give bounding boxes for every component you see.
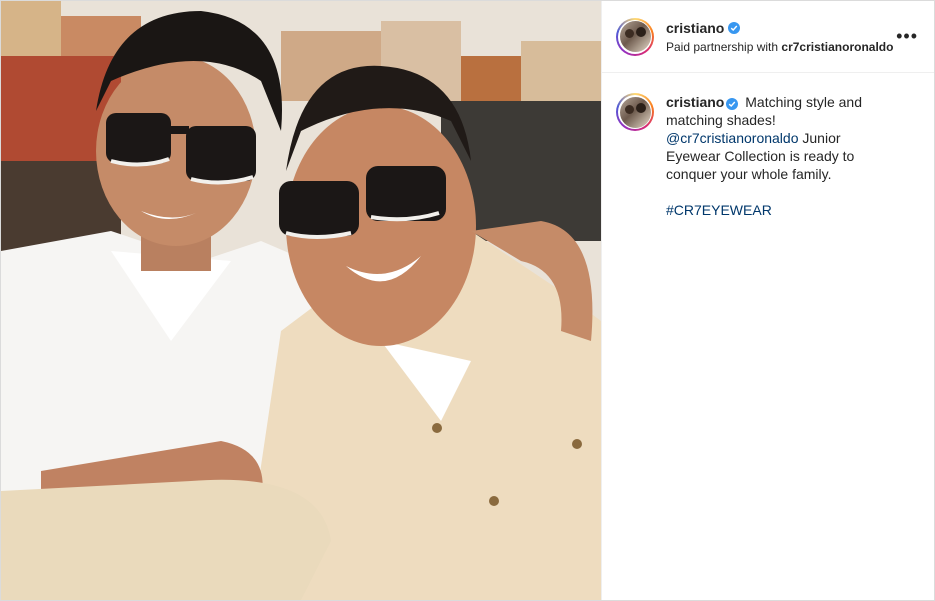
caption-mention-link[interactable]: @cr7cristianoronaldo: [666, 130, 799, 146]
caption-hashtag-link[interactable]: #CR7EYEWEAR: [666, 201, 896, 219]
avatar-image: [619, 21, 651, 52]
caption-username[interactable]: cristiano: [666, 94, 724, 110]
author-avatar[interactable]: [616, 17, 654, 56]
post-header: cristiano Paid partnership with cr7crist…: [602, 1, 934, 73]
caption-author-avatar[interactable]: [616, 93, 654, 131]
caption-avatar-image: [619, 96, 651, 128]
author-username[interactable]: cristiano: [666, 20, 724, 36]
caption-row: cristiano Matching style and matching sh…: [602, 73, 934, 219]
partnership-prefix: Paid partnership with: [666, 39, 782, 54]
verified-badge-icon: [728, 21, 741, 34]
partner-account-link[interactable]: cr7cristianoronaldo: [781, 40, 893, 54]
post-photo[interactable]: [1, 1, 602, 600]
photo-illustration: [1, 1, 601, 600]
post-modal: cristiano Paid partnership with cr7crist…: [0, 0, 935, 601]
post-sidebar: cristiano Paid partnership with cr7crist…: [602, 1, 934, 600]
caption-text: cristiano Matching style and matching sh…: [666, 93, 896, 219]
more-options-icon[interactable]: •••: [896, 27, 918, 45]
caption-verified-badge-icon: [726, 98, 739, 110]
paid-partnership-label: Paid partnership with cr7cristianoronald…: [666, 40, 893, 54]
